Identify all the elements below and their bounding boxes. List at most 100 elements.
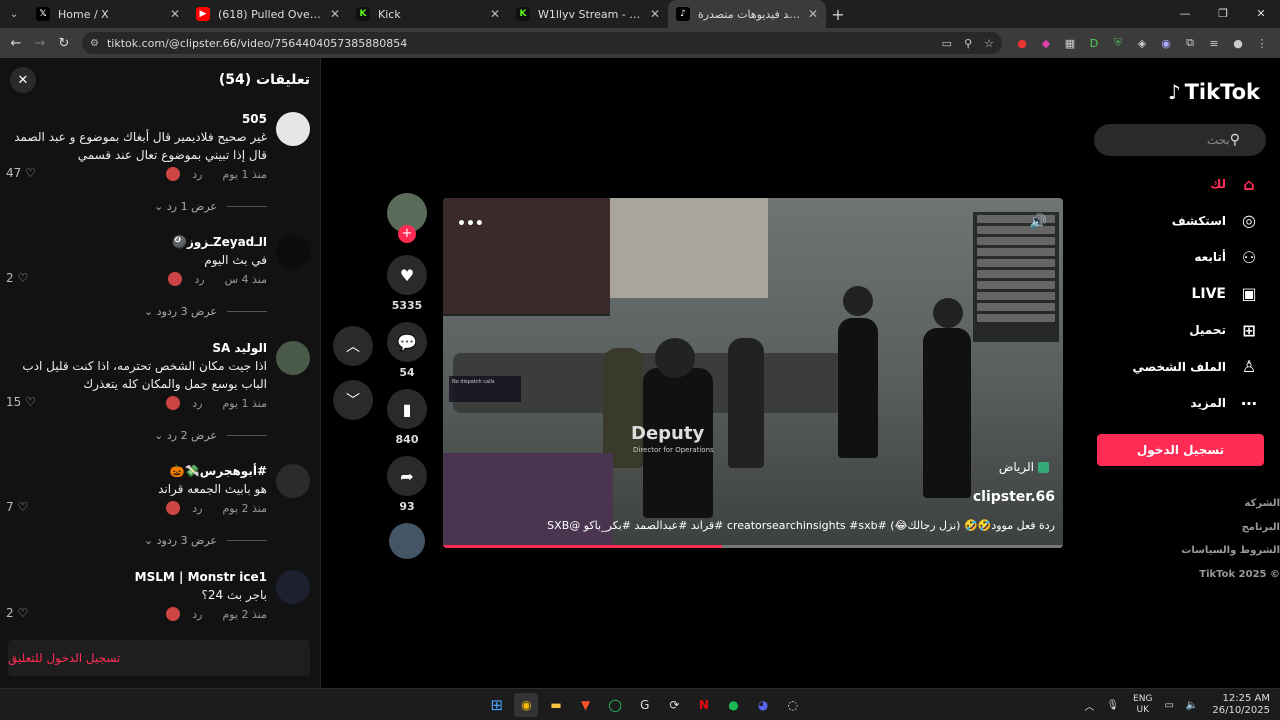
address-bar[interactable]: ⚙ tiktok.com/@clipster.66/video/75644040… xyxy=(82,32,1002,54)
comment-author[interactable]: MSLM | Monstr ice1 xyxy=(4,570,267,584)
comment-author[interactable]: 505 xyxy=(4,112,267,126)
bookmark-star-icon[interactable]: ☆ xyxy=(984,37,994,50)
footer-link-terms[interactable]: الشروط والسياسات xyxy=(1080,545,1280,569)
brave-icon[interactable]: ▼ xyxy=(574,693,598,717)
like-comment-button[interactable]: 2 ♡ xyxy=(6,606,28,620)
file-explorer-icon[interactable]: ▬ xyxy=(544,693,568,717)
login-to-comment-button[interactable]: تسجيل الدخول للتعليق xyxy=(8,640,310,676)
close-icon[interactable]: ✕ xyxy=(10,67,36,93)
windows-start-icon[interactable]: ⊞ xyxy=(485,693,509,717)
comment-author[interactable]: الـZeyadـزوز🎱 xyxy=(4,235,267,249)
tab-kick-stream[interactable]: K W1llyv Stream - Watch Live on ✕ xyxy=(508,0,668,28)
music-disc[interactable] xyxy=(389,523,425,559)
sidebar-item-explore[interactable]: ◎ استكشف xyxy=(1080,203,1280,240)
new-tab-button[interactable]: + xyxy=(826,5,850,24)
avatar[interactable] xyxy=(276,112,310,146)
view-replies-button[interactable]: عرض 2 رد ⌄ xyxy=(154,429,267,442)
site-info-icon[interactable]: ⚙ xyxy=(90,38,99,49)
extension-icon[interactable]: ▦ xyxy=(1058,37,1082,50)
save-button[interactable]: ▮ xyxy=(387,389,427,429)
sidebar-item-upload[interactable]: ⊞ تحميل xyxy=(1080,312,1280,349)
network-icon[interactable]: ▭ xyxy=(1164,700,1173,711)
speaker-icon[interactable]: 🔈 xyxy=(1186,700,1198,711)
avatar[interactable] xyxy=(276,341,310,375)
share-button[interactable]: ➦ xyxy=(387,456,427,496)
close-icon[interactable]: ✕ xyxy=(808,7,818,21)
video-player[interactable]: No dispatch calls Deputy Director for Op… xyxy=(443,198,1063,548)
spotify-icon[interactable]: ● xyxy=(722,693,746,717)
tab-search-button[interactable]: ⌄ xyxy=(0,0,28,28)
tab-x[interactable]: 𝕏 Home / X ✕ xyxy=(28,0,188,28)
reload-icon[interactable]: ↻ xyxy=(52,36,76,51)
comment-author[interactable]: الوليد SA xyxy=(4,341,267,355)
search-input[interactable]: بحث ⚲ xyxy=(1094,124,1266,156)
sidebar-item-following[interactable]: ⚇ أتابعه xyxy=(1080,239,1280,276)
restore-icon[interactable]: ❐ xyxy=(1204,0,1242,28)
chrome-icon[interactable]: ◉ xyxy=(514,693,539,717)
close-icon[interactable]: ✕ xyxy=(170,7,180,21)
tab-kick[interactable]: K Kick ✕ xyxy=(348,0,508,28)
close-icon[interactable]: ✕ xyxy=(650,7,660,21)
app-icon[interactable]: ◌ xyxy=(781,693,805,717)
shield-icon[interactable]: ⛨ xyxy=(1106,36,1130,50)
microphone-icon[interactable]: 🎙 xyxy=(1106,700,1119,711)
footer-link-company[interactable]: الشركة xyxy=(1080,498,1280,522)
whatsapp-icon[interactable]: ◯ xyxy=(603,693,627,717)
discord-icon[interactable]: ◕ xyxy=(751,693,775,717)
view-replies-button[interactable]: عرض 3 ردود ⌄ xyxy=(144,305,267,318)
video-progress-bar[interactable] xyxy=(443,545,1063,548)
sidebar-item-more[interactable]: ⋯ المزيد xyxy=(1080,385,1280,422)
reply-button[interactable]: رد xyxy=(192,502,202,515)
footer-link-program[interactable]: البرنامج xyxy=(1080,522,1280,546)
reply-button[interactable]: رد xyxy=(192,168,202,181)
media-control-icon[interactable]: ≡ xyxy=(1202,37,1226,50)
avatar[interactable] xyxy=(276,235,310,269)
sidebar-item-profile[interactable]: ♙ الملف الشخصي xyxy=(1080,349,1280,386)
extension-icon[interactable]: ● xyxy=(1010,37,1034,50)
avatar[interactable] xyxy=(276,464,310,498)
creator-avatar[interactable]: + xyxy=(387,193,427,243)
app-icon[interactable]: ⟳ xyxy=(662,693,686,717)
login-button[interactable]: تسجيل الدخول xyxy=(1097,434,1264,466)
avatar[interactable] xyxy=(276,570,310,604)
like-button[interactable]: ♥ xyxy=(387,255,427,295)
puzzle-icon[interactable]: ⧉ xyxy=(1178,36,1202,50)
back-icon[interactable]: ← xyxy=(4,36,28,51)
view-replies-button[interactable]: عرض 1 رد ⌄ xyxy=(154,200,267,213)
profile-avatar[interactable]: ● xyxy=(1226,37,1250,50)
video-author[interactable]: clipster.66 xyxy=(973,489,1055,505)
close-icon[interactable]: ✕ xyxy=(330,7,340,21)
close-window-icon[interactable]: ✕ xyxy=(1242,0,1280,28)
sidebar-item-live[interactable]: ▣ LIVE xyxy=(1080,276,1280,313)
like-comment-button[interactable]: 47 ♡ xyxy=(6,166,36,180)
comment-button[interactable]: 💬 xyxy=(387,322,427,362)
close-icon[interactable]: ✕ xyxy=(490,7,500,21)
reply-button[interactable]: رد xyxy=(194,273,204,286)
zoom-icon[interactable]: ⚲ xyxy=(964,37,972,50)
like-comment-button[interactable]: 2 ♡ xyxy=(6,271,28,285)
volume-icon[interactable]: 🔊 xyxy=(1030,214,1047,230)
view-replies-button[interactable]: عرض 3 ردود ⌄ xyxy=(144,534,267,547)
app-icon[interactable]: G xyxy=(633,693,657,717)
location-tag[interactable]: الرياض xyxy=(999,460,1049,474)
install-app-icon[interactable]: ▭ xyxy=(942,37,952,50)
clock[interactable]: 12:25 AM 26/10/2025 xyxy=(1212,693,1270,717)
tab-tiktok[interactable]: ♪ شاهد فيديوهات متصدرة | Tik ✕ xyxy=(668,0,826,28)
like-comment-button[interactable]: 7 ♡ xyxy=(6,500,28,514)
extension-icon[interactable]: D xyxy=(1082,37,1106,50)
extension-icon[interactable]: ◈ xyxy=(1130,37,1154,50)
follow-plus-button[interactable]: + xyxy=(398,225,416,243)
reply-button[interactable]: رد xyxy=(192,397,202,410)
kebab-menu-icon[interactable]: ⋮ xyxy=(1250,37,1274,50)
minimize-icon[interactable]: — xyxy=(1166,0,1204,28)
more-options-icon[interactable]: ••• xyxy=(457,216,484,232)
like-comment-button[interactable]: 15 ♡ xyxy=(6,395,36,409)
extension-icon[interactable]: ◉ xyxy=(1154,37,1178,50)
reply-button[interactable]: رد xyxy=(192,608,202,621)
comment-author[interactable]: #أبوهجرس💸🎃 xyxy=(4,464,267,478)
chevron-up-icon[interactable]: ︿ xyxy=(1084,698,1094,713)
extension-icon[interactable]: ◆ xyxy=(1034,37,1058,50)
tab-youtube[interactable]: ▶ (618) Pulled Over With LOTS Of ✕ xyxy=(188,0,348,28)
tiktok-logo[interactable]: ♪ TikTok xyxy=(1168,80,1260,104)
next-video-button[interactable]: ﹀ xyxy=(333,380,373,420)
